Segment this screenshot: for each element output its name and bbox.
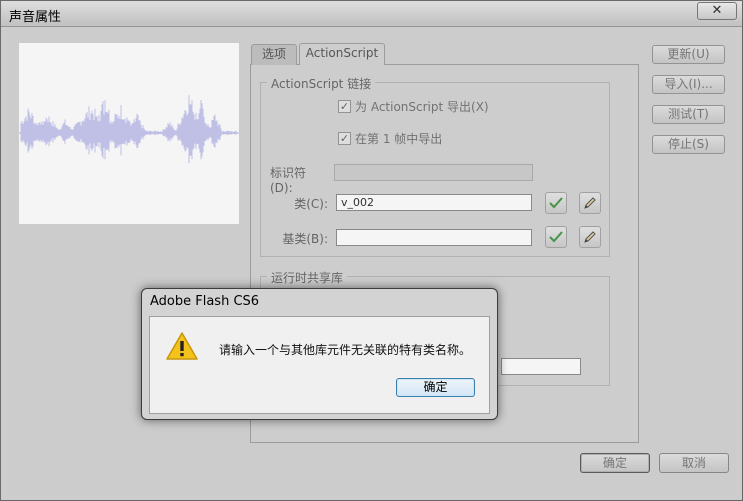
alert-body: 请输入一个与其他库元件无关联的特有类名称。 确定 — [149, 316, 490, 414]
alert-title: Adobe Flash CS6 — [150, 294, 260, 309]
sound-properties-dialog: 声音属性 ✕ 选项 ActionScript ActionScript 链接 ✓… — [0, 0, 743, 501]
alert-dialog: Adobe Flash CS6 请输入一个与其他库元件无关联的特有类名称。 确定 — [141, 288, 498, 420]
alert-ok-button[interactable]: 确定 — [396, 378, 475, 397]
alert-message: 请输入一个与其他库元件无关联的特有类名称。 — [219, 343, 472, 357]
modal-dim-overlay — [1, 1, 743, 501]
warning-icon — [166, 332, 198, 360]
